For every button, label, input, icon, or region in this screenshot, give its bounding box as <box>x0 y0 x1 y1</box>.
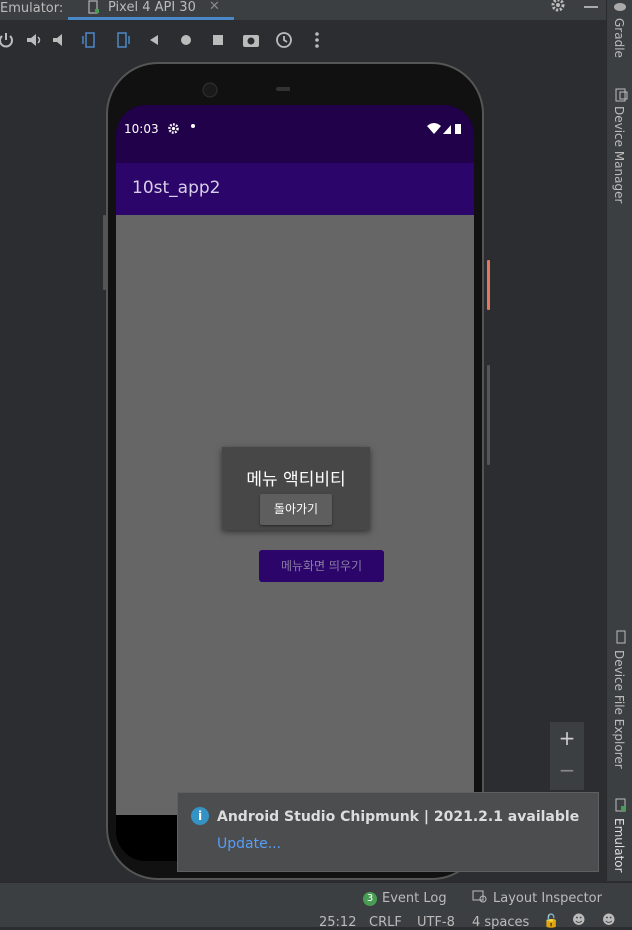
line-separator[interactable]: CRLF <box>369 915 402 930</box>
close-tab-icon[interactable]: ✕ <box>209 0 220 14</box>
layout-inspector-icon <box>472 890 487 903</box>
notification-title: Android Studio Chipmunk | 2021.2.1 avail… <box>217 809 580 825</box>
more-options-icon[interactable] <box>307 30 327 50</box>
info-icon: i <box>191 807 209 825</box>
notification-dot-icon <box>191 124 195 128</box>
layout-inspector-tab[interactable]: Layout Inspector <box>493 891 602 906</box>
screenshot-icon[interactable] <box>241 30 261 50</box>
android-status-bar: 10:03 <box>116 105 474 163</box>
menu-activity-dialog: 메뉴 액티비티 돌아가기 <box>222 447 370 530</box>
rotate-left-icon[interactable] <box>80 30 100 50</box>
device-manager-tab[interactable]: Device Manager <box>612 106 626 203</box>
active-tab-indicator <box>68 17 234 20</box>
device-icon <box>88 0 99 14</box>
volume-down-icon[interactable] <box>50 30 70 50</box>
zoom-out-button[interactable]: − <box>550 758 584 782</box>
indent-setting[interactable]: 4 spaces <box>472 915 529 930</box>
right-tool-strip: Gradle Device Manager Device File Explor… <box>606 0 632 881</box>
emulator-icon <box>615 798 626 812</box>
update-link[interactable]: Update... <box>217 836 281 852</box>
power-icon[interactable] <box>0 30 16 50</box>
device-manager-icon <box>615 88 628 102</box>
zoom-in-button[interactable]: + <box>550 726 584 750</box>
file-encoding[interactable]: UTF-8 <box>417 915 455 930</box>
app-title: 10st_app2 <box>132 178 221 198</box>
status-time: 10:03 <box>124 122 159 136</box>
event-log-badge: 3 <box>363 892 377 906</box>
minimize-icon[interactable] <box>584 6 598 8</box>
overview-icon[interactable] <box>208 30 228 50</box>
volume-up-icon[interactable] <box>24 30 44 50</box>
update-notification: i Android Studio Chipmunk | 2021.2.1 ava… <box>177 792 599 872</box>
feedback-icon[interactable]: ☻ <box>602 913 616 928</box>
tab-title: Pixel 4 API 30 <box>108 0 196 15</box>
event-log-tab[interactable]: 3 Event Log <box>363 891 447 906</box>
bottom-tool-bar: 3 Event Log Layout Inspector <box>0 882 632 913</box>
event-log-label: Event Log <box>382 891 447 906</box>
volume-button[interactable] <box>487 365 490 465</box>
inspection-icon[interactable]: ☻ <box>572 913 586 928</box>
signal-battery-icon <box>427 123 461 134</box>
snapshot-icon[interactable] <box>274 30 294 50</box>
emulator-tab[interactable]: Emulator <box>612 818 626 873</box>
emulator-label: Emulator: <box>0 1 64 16</box>
zoom-controls: + − <box>550 722 584 790</box>
gradle-tab[interactable]: Gradle <box>612 18 626 58</box>
camera-icon <box>202 82 290 98</box>
device-file-explorer-tab[interactable]: Device File Explorer <box>612 650 626 769</box>
cursor-position[interactable]: 25:12 <box>319 915 356 930</box>
settings-gear-icon[interactable] <box>550 0 566 13</box>
emulator-tab-bar: Emulator: Pixel 4 API 30 ✕ <box>0 0 606 20</box>
phone-screen[interactable]: 10:03 10st_app2 메뉴 액티비티 돌아가기 메뉴화면 띄우기 <box>116 105 474 861</box>
dialog-title: 메뉴 액티비티 <box>246 470 346 490</box>
emulator-toolbar <box>0 22 606 58</box>
device-file-explorer-icon <box>616 630 626 644</box>
rotate-right-icon[interactable] <box>112 30 132 50</box>
status-line: 25:12 CRLF UTF-8 4 spaces 🔓 ☻ ☻ <box>0 912 632 930</box>
back-icon[interactable] <box>144 30 164 50</box>
app-bar: 10st_app2 <box>116 163 474 215</box>
home-icon[interactable] <box>176 30 196 50</box>
tab-pixel4[interactable]: Pixel 4 API 30 ✕ <box>68 0 234 20</box>
settings-status-icon <box>168 123 179 134</box>
power-button[interactable] <box>487 260 490 310</box>
side-button-left <box>103 215 106 290</box>
show-menu-button[interactable]: 메뉴화면 띄우기 <box>259 550 384 582</box>
back-button[interactable]: 돌아가기 <box>260 494 332 525</box>
gradle-icon <box>614 3 626 11</box>
